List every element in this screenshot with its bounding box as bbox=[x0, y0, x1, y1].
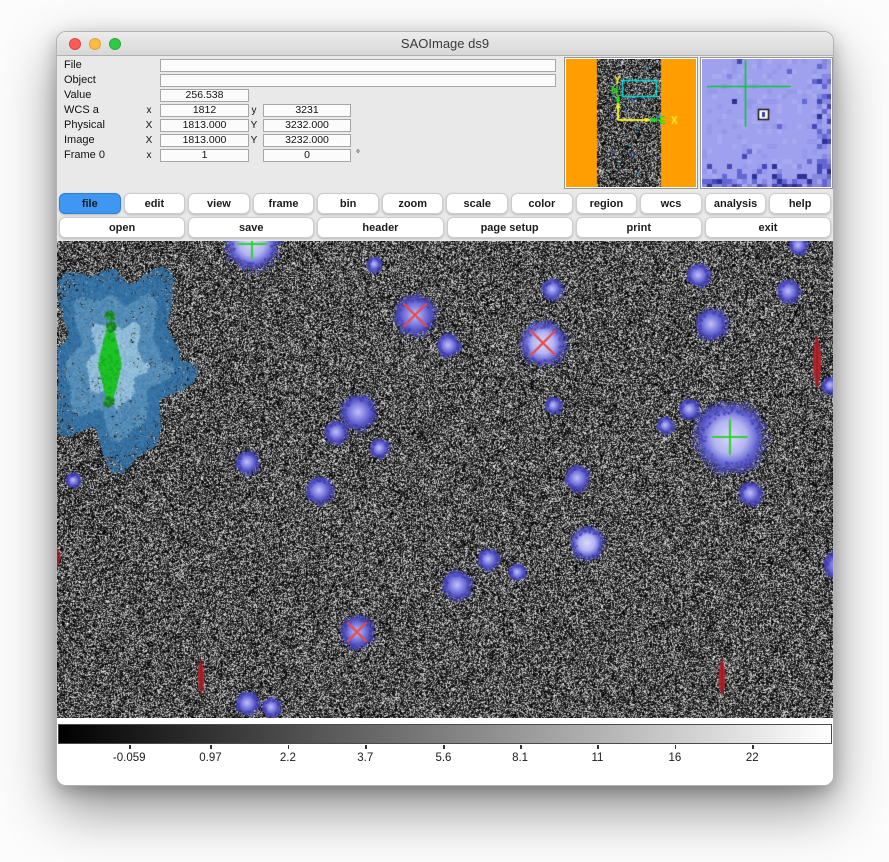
image-y-label: Y bbox=[246, 133, 262, 148]
magnifier-canvas bbox=[702, 59, 831, 187]
colorbar-tick-mark bbox=[365, 745, 367, 749]
physical-x-label: X bbox=[141, 118, 157, 133]
colorbar-tick-label: 5.6 bbox=[435, 752, 451, 764]
colorbar-tick-label: 0.97 bbox=[199, 752, 221, 764]
colorbar-tick-mark bbox=[129, 745, 131, 749]
wcs-x-field[interactable]: 1812 bbox=[160, 104, 249, 117]
degree-symbol: ° bbox=[356, 148, 360, 161]
button-row: opensaveheaderpage setupprintexit bbox=[59, 217, 831, 238]
button-open[interactable]: open bbox=[59, 217, 185, 238]
button-print[interactable]: print bbox=[576, 217, 702, 238]
colorbar-tick-mark bbox=[752, 745, 754, 749]
menu-view[interactable]: view bbox=[188, 193, 250, 214]
info-row-physical: Physical X 1813.000 Y 3232.000 bbox=[57, 118, 567, 133]
colorbar-tick-label: 3.7 bbox=[357, 752, 373, 764]
wcs-y-label: y bbox=[246, 103, 262, 118]
colorbar-tick-mark bbox=[520, 745, 522, 749]
physical-y-label: Y bbox=[246, 118, 262, 133]
frame-zoom-field[interactable]: 1 bbox=[160, 149, 249, 162]
button-save[interactable]: save bbox=[188, 217, 314, 238]
menu-file[interactable]: file bbox=[59, 193, 121, 214]
menu-help[interactable]: help bbox=[769, 193, 831, 214]
menu-analysis[interactable]: analysis bbox=[705, 193, 767, 214]
menu-edit[interactable]: edit bbox=[124, 193, 186, 214]
button-page-setup[interactable]: page setup bbox=[447, 217, 573, 238]
colorbar-gradient[interactable] bbox=[58, 724, 832, 744]
colorbar-tick-mark bbox=[443, 745, 445, 749]
button-header[interactable]: header bbox=[317, 217, 443, 238]
value-label: Value bbox=[64, 88, 91, 103]
object-field[interactable] bbox=[160, 74, 556, 87]
image-canvas[interactable] bbox=[57, 241, 833, 718]
info-row-value: Value 256.538 bbox=[57, 88, 567, 103]
colorbar-tick-label: 2.2 bbox=[280, 752, 296, 764]
title-bar[interactable]: SAOImage ds9 bbox=[57, 32, 833, 56]
colorbar-section: -0.059 0.97 2.2 3.7 5.6 8.1 11 16 22 bbox=[57, 718, 833, 785]
colorbar-tick-mark bbox=[288, 745, 290, 749]
ds9-window: SAOImage ds9 File Object Value 256.538 W… bbox=[56, 31, 834, 786]
colorbar-tick-mark bbox=[210, 745, 212, 749]
colorbar-tick-label: 16 bbox=[668, 752, 681, 764]
window-title: SAOImage ds9 bbox=[57, 32, 833, 56]
button-exit[interactable]: exit bbox=[705, 217, 831, 238]
colorbar-tick-label: -0.059 bbox=[113, 752, 146, 764]
colorbar-ticks: -0.059 0.97 2.2 3.7 5.6 8.1 11 16 22 bbox=[58, 744, 832, 778]
wcs-x-label: x bbox=[141, 103, 157, 118]
menu-region[interactable]: region bbox=[576, 193, 638, 214]
frame-x-label: x bbox=[141, 148, 157, 163]
info-row-object: Object bbox=[57, 73, 567, 88]
magnifier-panel bbox=[700, 57, 833, 189]
wcs-label: WCS a bbox=[64, 103, 99, 118]
menu-frame[interactable]: frame bbox=[253, 193, 315, 214]
menu-zoom[interactable]: zoom bbox=[382, 193, 444, 214]
object-label: Object bbox=[64, 73, 96, 88]
image-x-label: X bbox=[141, 133, 157, 148]
file-label: File bbox=[64, 58, 82, 73]
frame-rotate-field[interactable]: 0 bbox=[263, 149, 351, 162]
image-x-field[interactable]: 1813.000 bbox=[160, 134, 249, 147]
colorbar-tick-label: 8.1 bbox=[512, 752, 528, 764]
physical-y-field[interactable]: 3232.000 bbox=[263, 119, 351, 132]
colorbar-tick-mark bbox=[597, 745, 599, 749]
info-row-file: File bbox=[57, 58, 567, 73]
colorbar-tick-label: 22 bbox=[746, 752, 759, 764]
menu-row: fileeditviewframebinzoomscalecolorregion… bbox=[59, 193, 831, 214]
physical-x-field[interactable]: 1813.000 bbox=[160, 119, 249, 132]
value-field[interactable]: 256.538 bbox=[160, 89, 249, 102]
panner-canvas[interactable] bbox=[566, 59, 696, 187]
physical-label: Physical bbox=[64, 118, 105, 133]
menu-bin[interactable]: bin bbox=[317, 193, 379, 214]
frame-label: Frame 0 bbox=[64, 148, 105, 163]
image-y-field[interactable]: 3232.000 bbox=[263, 134, 351, 147]
colorbar-tick-label: 11 bbox=[591, 752, 603, 764]
panner-panel bbox=[564, 57, 698, 189]
info-row-wcs: WCS a x 1812 y 3231 bbox=[57, 103, 567, 118]
menu-color[interactable]: color bbox=[511, 193, 573, 214]
info-row-image: Image X 1813.000 Y 3232.000 bbox=[57, 133, 567, 148]
wcs-y-field[interactable]: 3231 bbox=[263, 104, 351, 117]
image-label: Image bbox=[64, 133, 95, 148]
info-row-frame: Frame 0 x 1 0 ° bbox=[57, 148, 567, 163]
file-field[interactable] bbox=[160, 59, 556, 72]
menu-scale[interactable]: scale bbox=[446, 193, 508, 214]
colorbar-tick-mark bbox=[675, 745, 677, 749]
menu-wcs[interactable]: wcs bbox=[640, 193, 702, 214]
